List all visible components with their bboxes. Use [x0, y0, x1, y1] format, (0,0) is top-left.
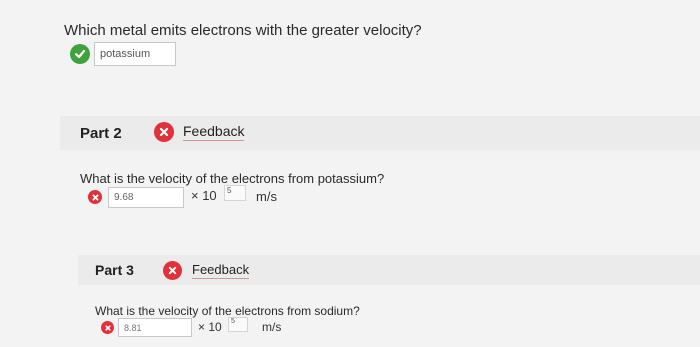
- part3-title: Part 3: [95, 262, 134, 278]
- part3-multiplier: × 10: [198, 320, 222, 334]
- part3-answer-field[interactable]: 8.81: [118, 318, 192, 337]
- x-circle-icon: [154, 122, 174, 142]
- x-circle-icon: [88, 190, 102, 204]
- part2-title: Part 2: [80, 125, 122, 142]
- part2-feedback-link[interactable]: Feedback: [183, 123, 245, 141]
- part3-feedback-link[interactable]: Feedback: [192, 262, 250, 279]
- part2-answer-field[interactable]: 9.68: [108, 187, 184, 208]
- part2-question: What is the velocity of the electrons fr…: [80, 171, 385, 186]
- part1-question: Which metal emits electrons with the gre…: [64, 22, 422, 39]
- part2-unit: m/s: [256, 189, 277, 204]
- part2-multiplier: × 10: [191, 188, 217, 203]
- part3-exponent-field[interactable]: 5: [228, 317, 248, 332]
- x-circle-icon: [163, 261, 182, 280]
- x-circle-icon: [101, 321, 114, 334]
- part1-answer-field[interactable]: potassium: [94, 42, 176, 66]
- part3-question: What is the velocity of the electrons fr…: [95, 304, 360, 318]
- part3-unit: m/s: [262, 320, 282, 334]
- part2-exponent-field[interactable]: 5: [224, 185, 246, 201]
- check-circle-icon: [70, 44, 90, 64]
